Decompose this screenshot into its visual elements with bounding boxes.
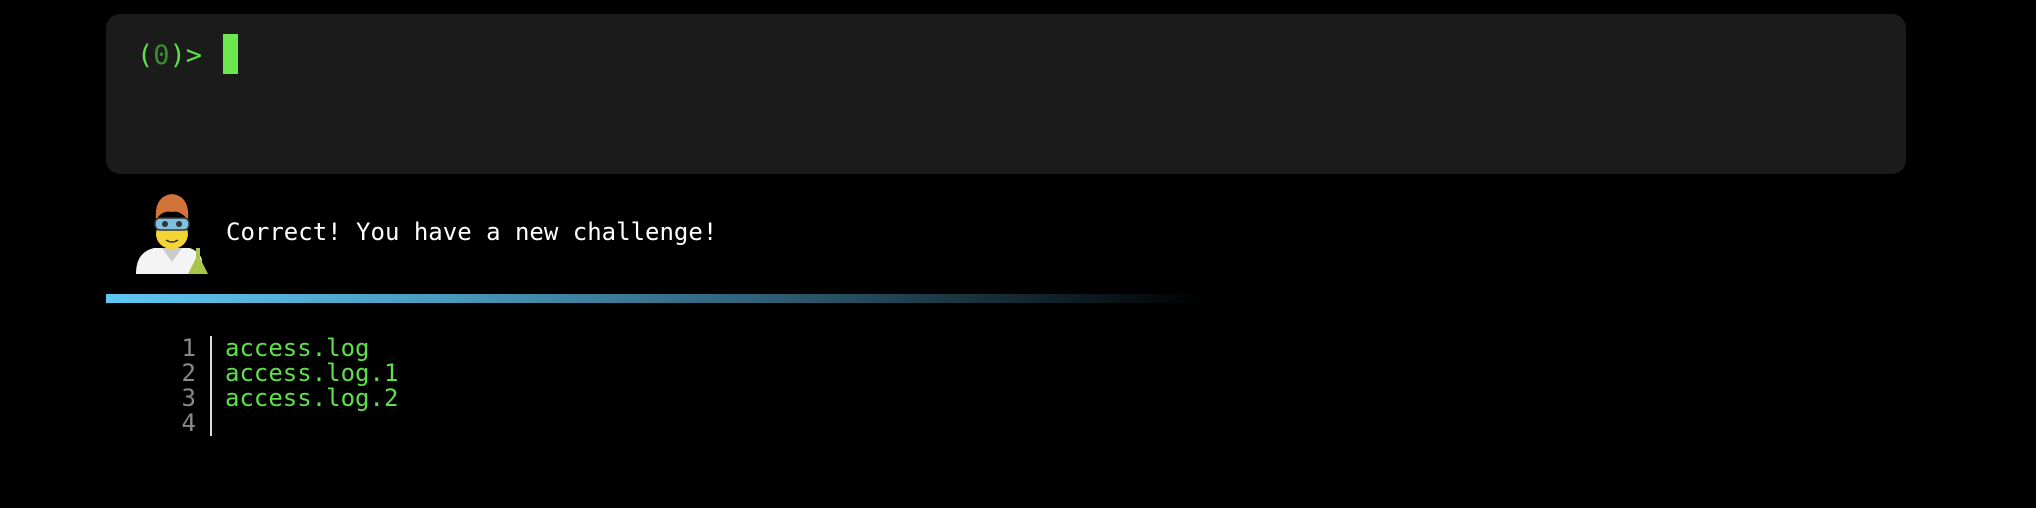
file-listing: 1 2 3 4 access.log access.log.1 access.l… <box>150 336 398 436</box>
file-lines: access.log access.log.1 access.log.2 <box>212 336 398 436</box>
prompt-open: ( <box>137 40 154 71</box>
line-number: 3 <box>181 384 196 412</box>
file-line <box>225 411 398 436</box>
prompt: (0)> <box>137 36 202 76</box>
message-text: Correct! You have a new challenge! <box>226 218 718 246</box>
line-number: 4 <box>181 409 196 437</box>
text-cursor[interactable] <box>223 34 238 74</box>
terminal-input-panel[interactable]: (0)> <box>106 14 1906 174</box>
scientist-icon <box>136 194 208 274</box>
line-number: 1 <box>181 334 196 362</box>
file-line: access.log.1 <box>225 359 399 387</box>
file-line: access.log <box>225 334 370 362</box>
line-number: 2 <box>181 359 196 387</box>
prompt-close: )> <box>169 40 203 71</box>
file-line: access.log.2 <box>225 384 399 412</box>
feedback-message: Correct! You have a new challenge! <box>134 190 717 274</box>
divider-gradient-bar <box>106 294 1206 303</box>
line-numbers: 1 2 3 4 <box>150 336 212 436</box>
prompt-number: 0 <box>153 40 170 71</box>
